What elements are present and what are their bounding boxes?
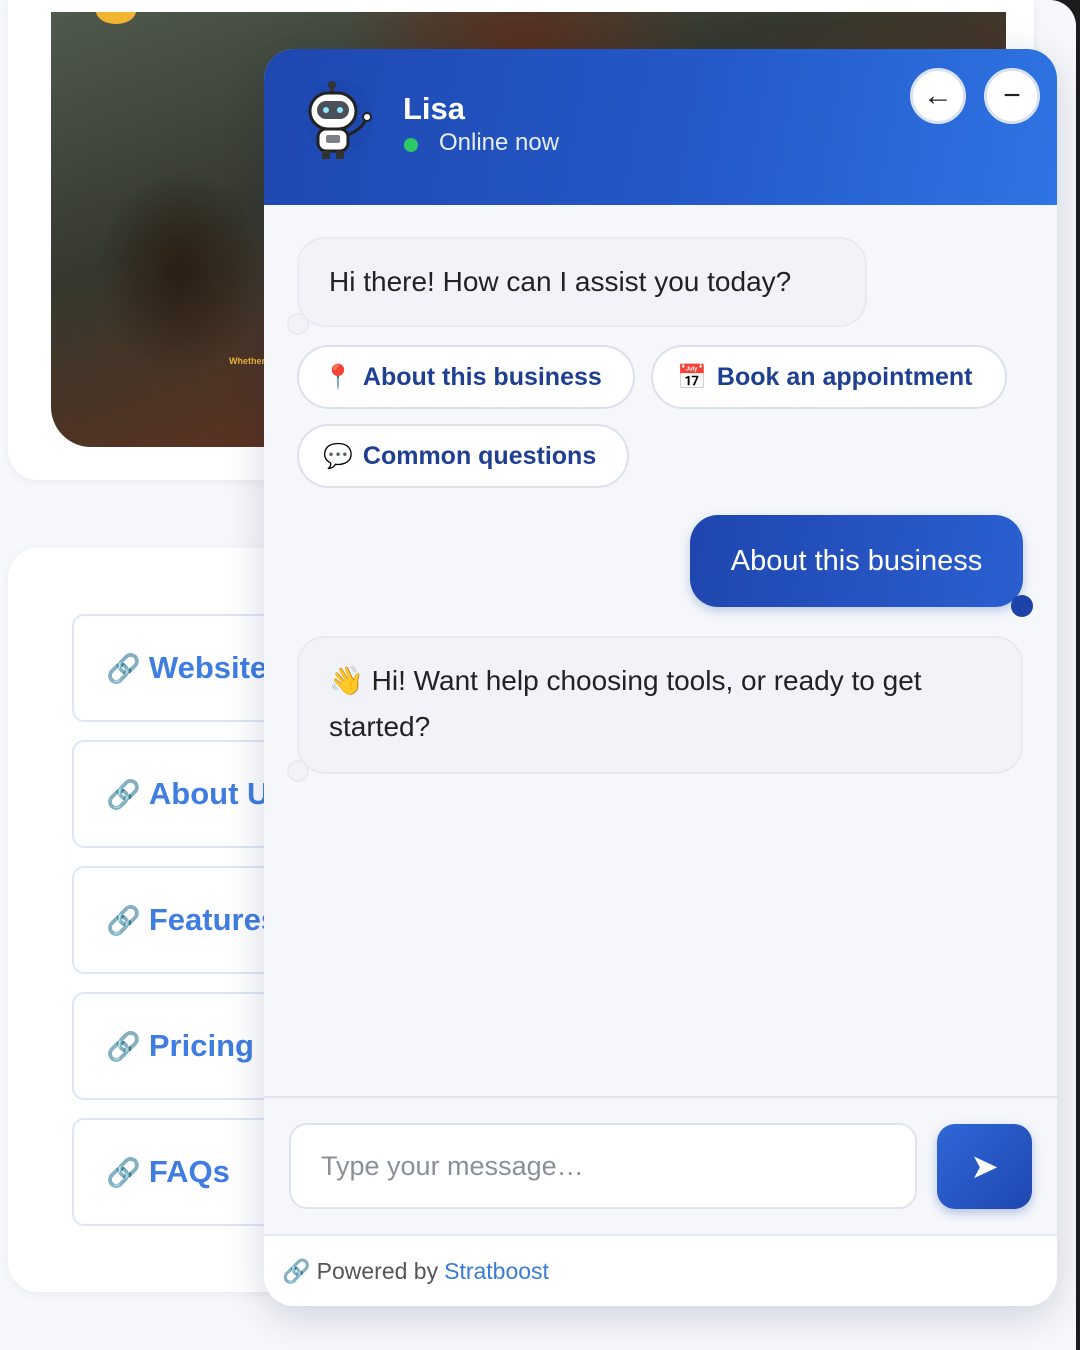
bot-message: Hi there! How can I assist you today? [287,237,867,335]
link-icon: 🔗 [282,1257,311,1284]
bot-message-text: Hi there! How can I assist you today? [329,266,792,297]
bubble-tail [287,313,309,335]
bubble-tail [1011,595,1033,617]
bot-message: 👋 Hi! Want help choosing tools, or ready… [287,636,1023,782]
minus-icon: − [1003,79,1021,112]
chat-header: Lisa Online now ← − [264,49,1057,205]
quick-reply-about[interactable]: 📍 About this business [297,345,635,409]
link-icon: 🔗 [106,1156,141,1188]
link-icon: 🔗 [106,778,141,810]
link-label: Website [148,650,268,685]
send-icon: ➤ [970,1147,999,1186]
calendar-icon: 📅 [677,363,707,391]
user-message-text: About this business [730,544,983,577]
speech-bubble-icon: 💬 [323,442,353,470]
link-icon: 🔗 [106,652,141,684]
message-composer: ➤ [264,1096,1057,1234]
chat-footer: 🔗 Powered by Stratboost [264,1234,1057,1306]
quick-reply-label: Book an appointment [716,362,973,391]
arrow-left-icon: ← [923,79,953,112]
hero-decoration [96,12,136,24]
quick-reply-questions[interactable]: 💬 Common questions [297,424,629,488]
brand-link[interactable]: Stratboost [444,1258,549,1285]
robot-avatar-icon [305,79,373,159]
link-label: FAQs [148,1154,230,1189]
user-message: About this business [690,515,1033,617]
powered-by-text: Powered by [316,1257,439,1284]
online-status-dot [404,138,418,152]
send-button[interactable]: ➤ [937,1124,1032,1209]
link-icon: 🔗 [106,1030,141,1062]
link-icon: 🔗 [106,904,141,936]
minimize-button[interactable]: − [984,68,1040,124]
quick-reply-book[interactable]: 📅 Book an appointment [651,345,1007,409]
back-button[interactable]: ← [910,68,966,124]
link-label: About U [148,776,270,811]
quick-reply-label: Common questions [362,441,597,470]
agent-name: Lisa [403,91,466,126]
message-input[interactable] [289,1123,917,1209]
bubble-tail [287,760,309,782]
pin-icon: 📍 [323,363,353,391]
chat-widget: Lisa Online now ← − Hi there! How can I … [264,49,1057,1306]
quick-reply-label: About this business [362,362,602,391]
agent-status: Online now [439,129,560,156]
link-label: Pricing [148,1028,254,1063]
bot-message-text: 👋 Hi! Want help choosing tools, or ready… [329,665,922,742]
link-label: Features [148,902,279,937]
